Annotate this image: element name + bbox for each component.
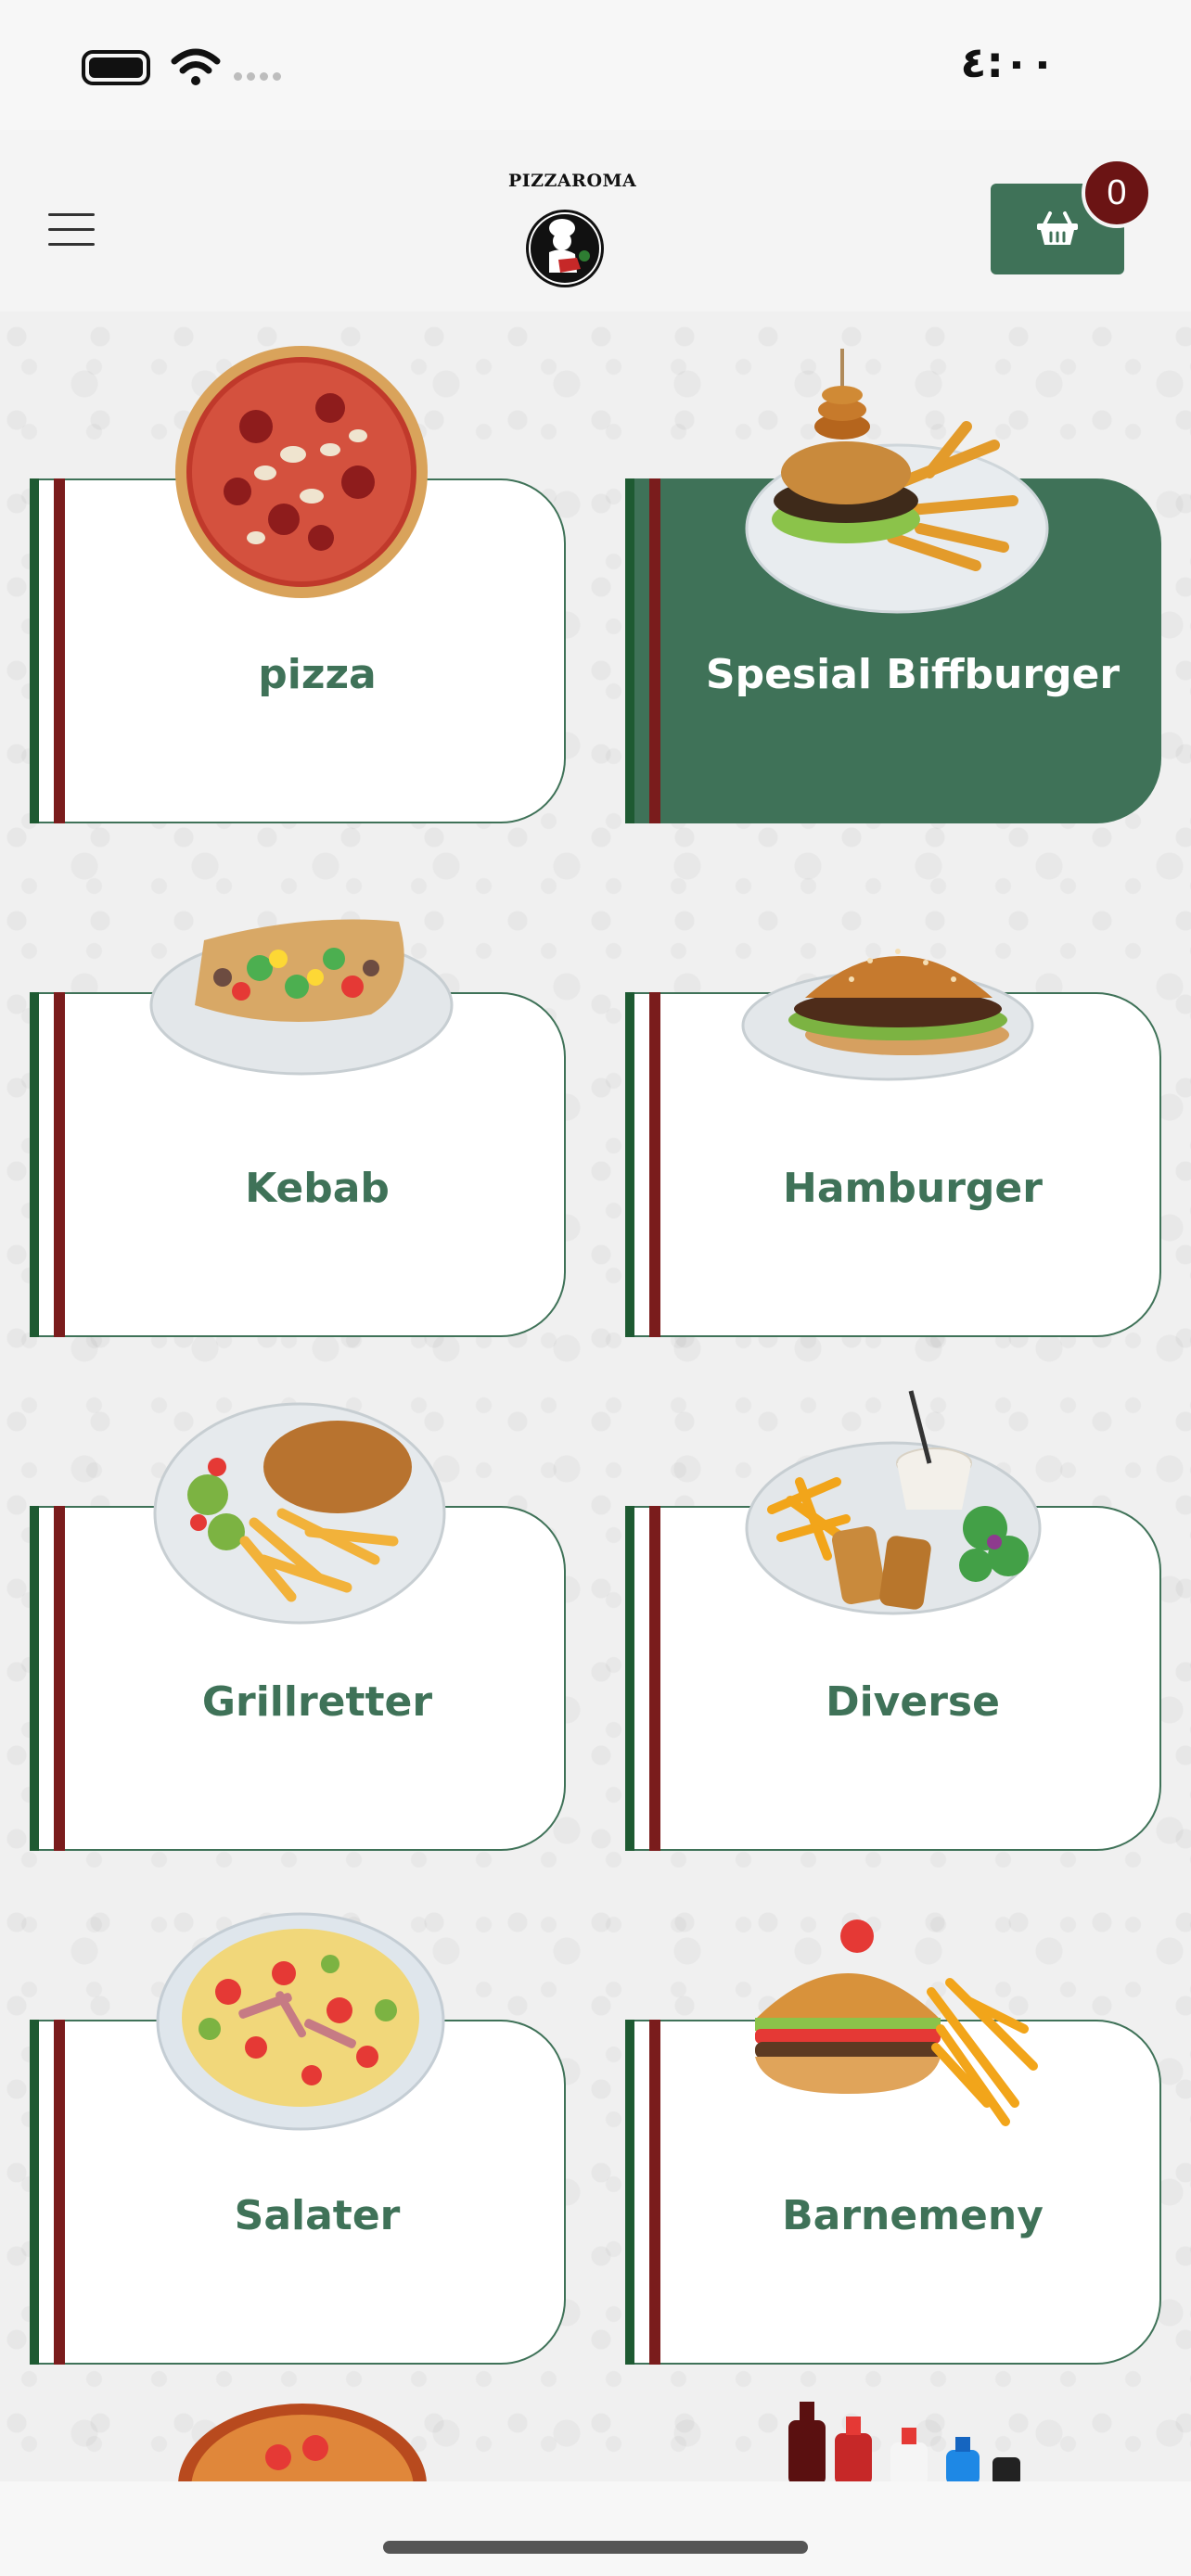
stripe-red [54, 478, 65, 823]
stripe-red [649, 2020, 660, 2365]
category-grid: pizza Spesial Biffburger Kebab Hamburger… [0, 312, 1191, 2481]
stripe-red [649, 478, 660, 823]
stripe-green [30, 1506, 39, 1851]
salad-plate-image [156, 1912, 445, 2131]
stripe-red [54, 992, 65, 1337]
kebab-plate-image [149, 919, 454, 1076]
category-label: Spesial Biffburger [705, 651, 1121, 698]
basket-icon [1037, 211, 1078, 245]
stripe-green [625, 1506, 634, 1851]
brand-logo[interactable]: PIZZAROMA [508, 171, 637, 300]
category-label: pizza [258, 651, 377, 698]
spring-rolls-plate-image [745, 1390, 1042, 1615]
status-bar: ٤:٠٠ [0, 0, 1191, 130]
burger-with-fries-image [745, 349, 1049, 614]
status-time: ٤:٠٠ [960, 37, 1056, 87]
category-label: Kebab [245, 1165, 390, 1212]
kids-burger-fries-image [755, 1919, 1038, 2126]
chef-logo-icon [526, 210, 604, 287]
category-label: Hamburger [783, 1165, 1043, 1212]
partial-pizza-image [178, 2404, 427, 2481]
category-label: Diverse [826, 1678, 1000, 1726]
stripe-green [30, 2020, 39, 2365]
partial-drinks-image [788, 2402, 1020, 2481]
stripe-green [625, 478, 634, 823]
category-label: Barnemeny [782, 2192, 1044, 2239]
stripe-green [625, 2020, 634, 2365]
category-label: Salater [234, 2192, 401, 2239]
hamburger-menu-icon[interactable] [48, 213, 95, 247]
cart-count-badge: 0 [1082, 158, 1152, 228]
stripe-red [54, 2020, 65, 2365]
home-indicator[interactable] [383, 2541, 808, 2554]
grill-plate-image [153, 1402, 446, 1625]
home-indicator-area [0, 2481, 1191, 2576]
stripe-green [30, 992, 39, 1337]
stripe-red [54, 1506, 65, 1851]
stripe-green [30, 478, 39, 823]
signal-icon [234, 72, 281, 81]
hamburger-plate-image [741, 949, 1034, 1081]
battery-icon [82, 50, 150, 85]
stripe-green [625, 992, 634, 1337]
wifi-icon [171, 48, 221, 85]
app-header: PIZZAROMA 0 [0, 130, 1191, 312]
stripe-red [649, 992, 660, 1337]
category-label: Grillretter [201, 1678, 433, 1726]
stripe-red [649, 1506, 660, 1851]
pizza-image [175, 346, 428, 598]
logo-text: PIZZAROMA [508, 171, 637, 191]
